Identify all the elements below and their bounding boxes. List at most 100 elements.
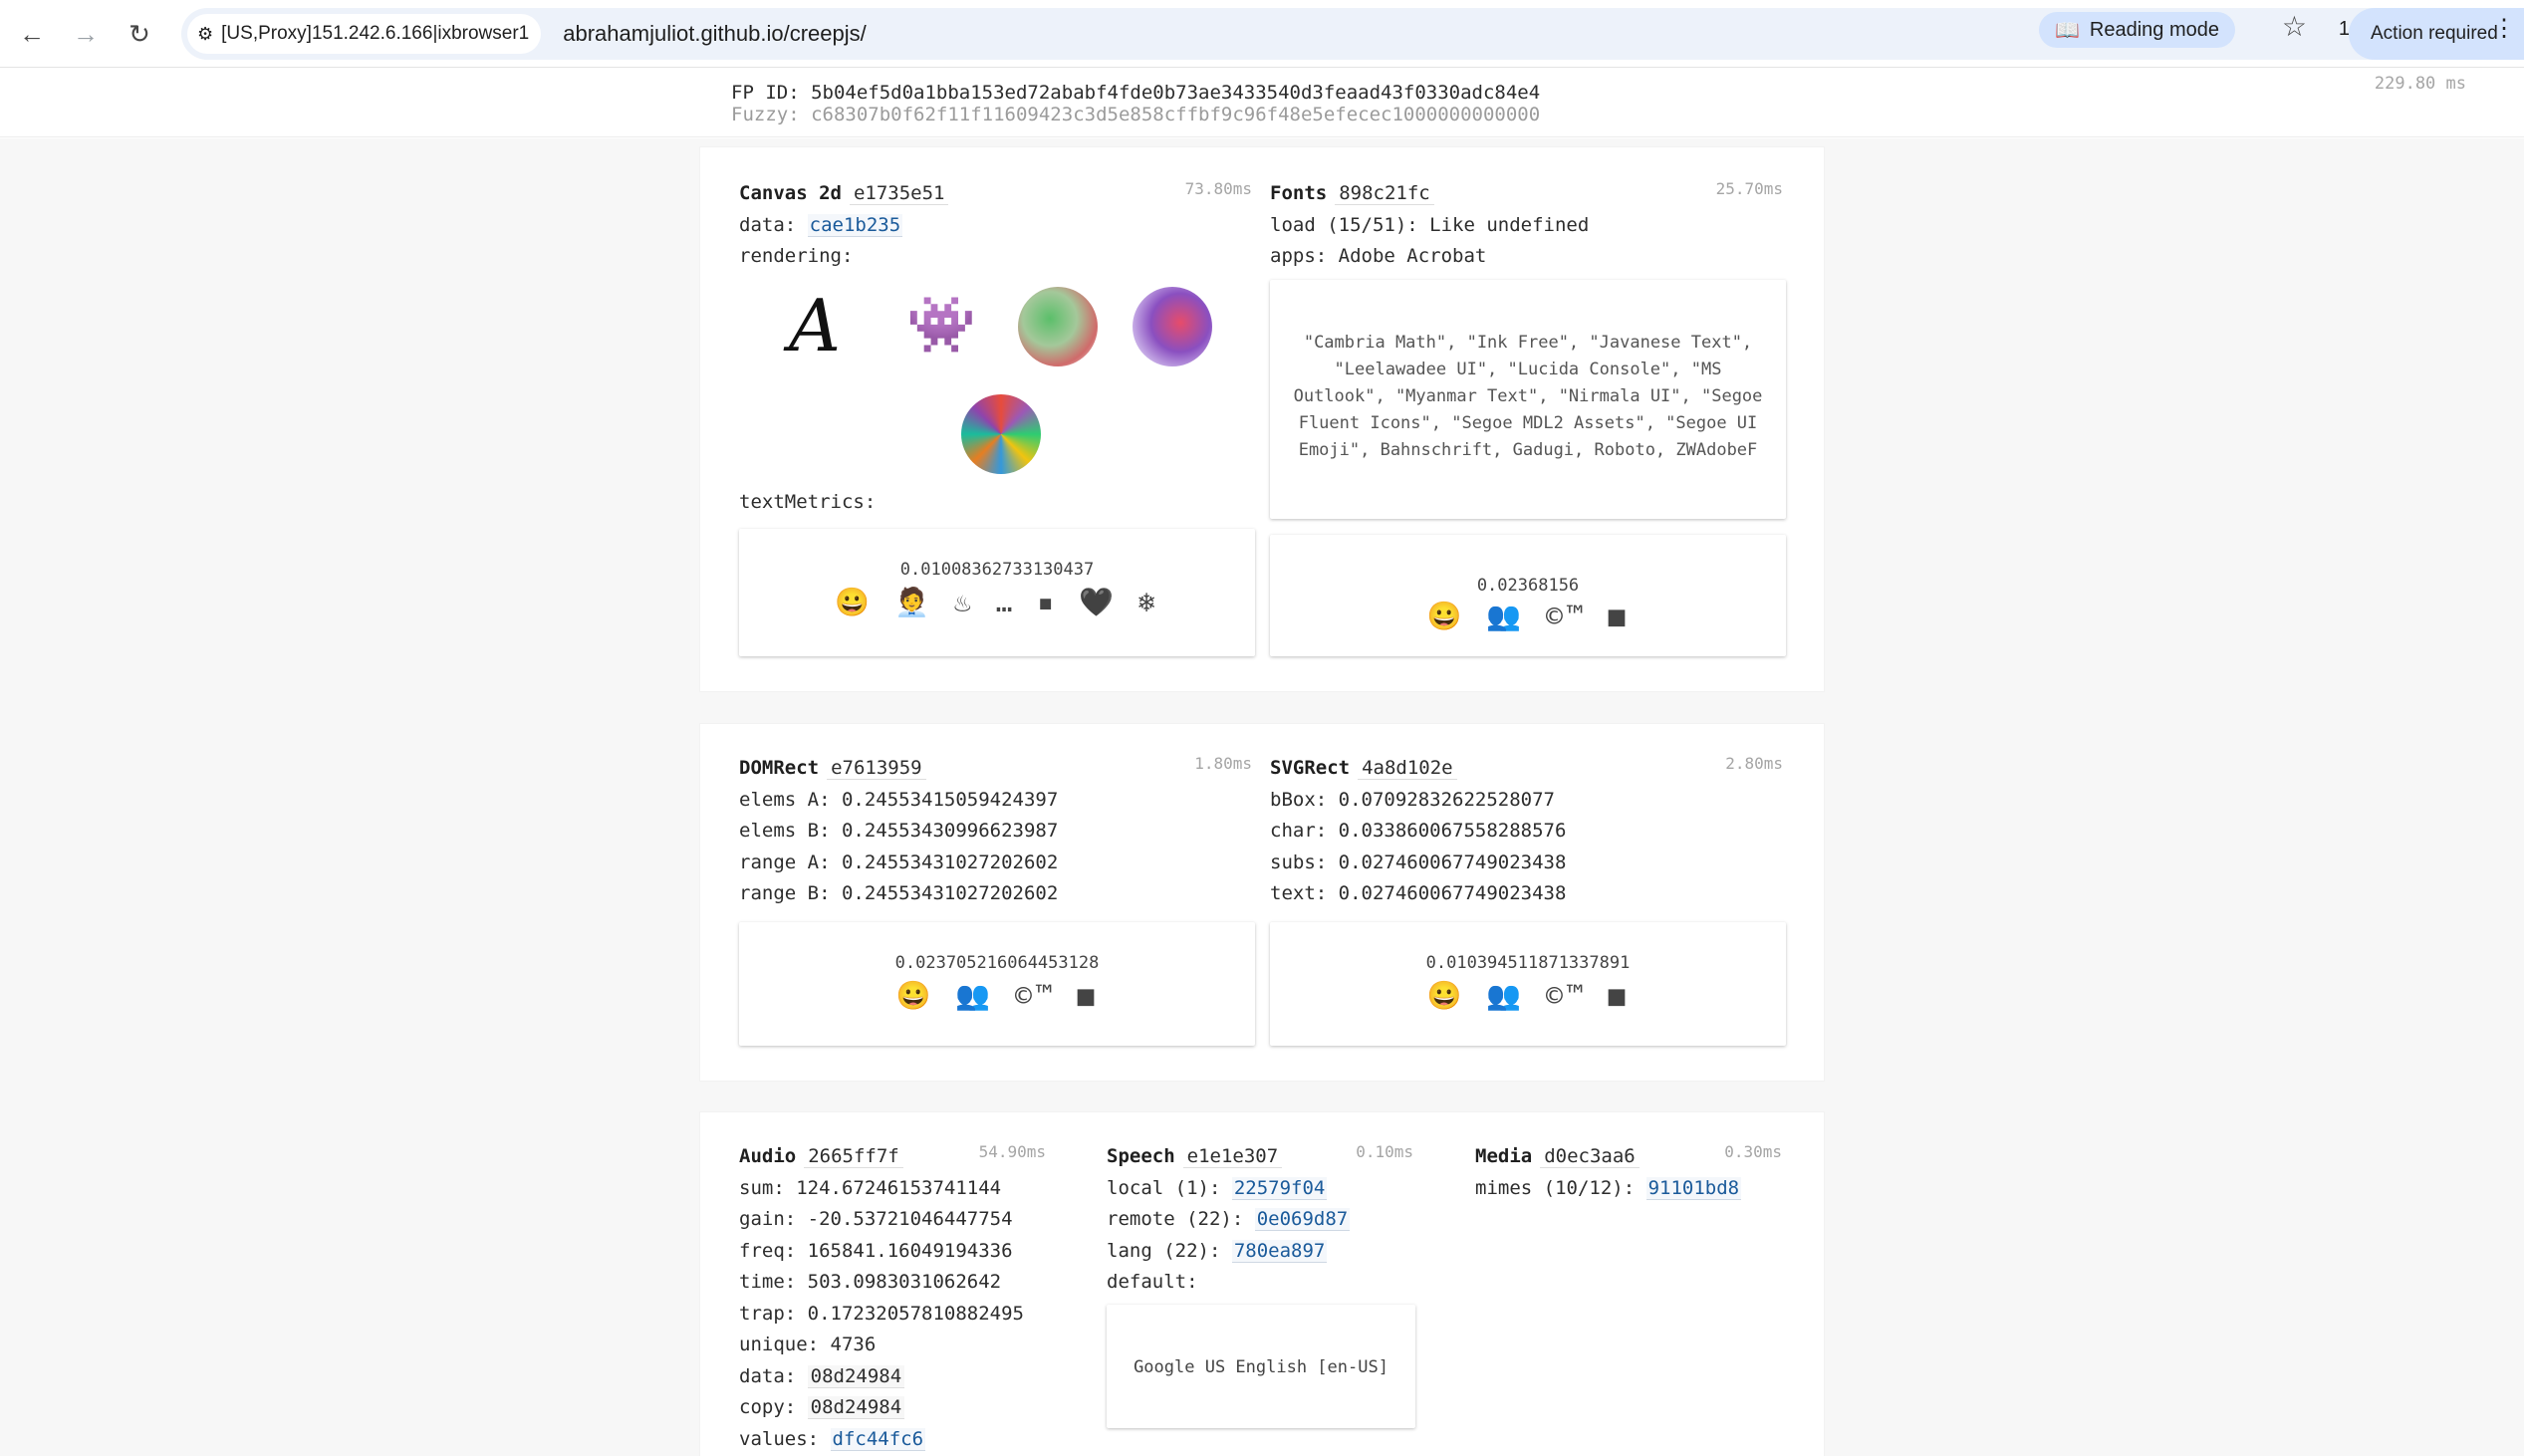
reading-mode-button[interactable]: 📖 Reading mode (2039, 12, 2235, 48)
svgrect-title: SVGRect (1270, 757, 1351, 779)
arrow-left-icon: ← (19, 18, 45, 49)
canvas-glyph-render: A (789, 284, 841, 367)
textmetrics-value: 0.01008362733130437 (899, 560, 1095, 580)
url-text[interactable]: abrahamjuliot.github.io/creepjs/ (563, 21, 867, 47)
back-button[interactable]: ← (12, 14, 52, 54)
audio-time: 54.90ms (978, 1142, 1046, 1161)
domrect-title: DOMRect (739, 757, 820, 779)
fonts-metric-value: 0.02368156 (1476, 576, 1580, 596)
panel-rects: DOMRect e7613959 1.80ms elems A: 0.245534… (700, 724, 1824, 1081)
speech-lang-link[interactable]: 780ea897 (1231, 1239, 1328, 1263)
fonts-header: Fonts 898c21fc (1270, 178, 1783, 210)
fonts-emoji-row: 😀 👥 ©™ ■ (1426, 600, 1630, 632)
space-invader-icon: 👾 (906, 293, 976, 358)
svgrect-metric-box: 0.010394511871337891 😀 👥 ©™ ■ (1270, 922, 1786, 1046)
media-mimes-row: mimes (10/12): 91101bd8 (1475, 1176, 1742, 1200)
fingerprint-header: FP ID: 5b04ef5d0a1bba153ed72ababf4fde0b7… (0, 68, 2524, 137)
audio-line: freq: 165841.16049194336 (739, 1239, 1013, 1262)
book-icon: 📖 (2055, 19, 2080, 42)
fp-time: 229.80 ms (2374, 74, 2466, 94)
domrect-line: range B: 0.24553431027202602 (739, 882, 1059, 904)
fonts-apps: apps: Adobe Acrobat (1270, 245, 1487, 267)
bookmark-star-icon[interactable]: ☆ (2282, 10, 2307, 43)
panel-audio-speech-media: Audio 2665ff7f 54.90ms sum: 124.672461537… (700, 1112, 1824, 1456)
svgrect-time: 2.80ms (1725, 754, 1783, 773)
svgrect-metric-value: 0.010394511871337891 (1425, 953, 1631, 973)
domrect-emoji-row: 😀 👥 ©™ ■ (895, 979, 1099, 1012)
fonts-list: "Cambria Math", "Ink Free", "Javanese Te… (1293, 333, 1763, 460)
fp-id: FP ID: 5b04ef5d0a1bba153ed72ababf4fde0b7… (731, 82, 1541, 104)
canvas-render-pixel-circle (961, 394, 1041, 474)
speech-hash: e1e1e307 (1182, 1145, 1283, 1168)
domrect-time: 1.80ms (1194, 754, 1252, 773)
media-title: Media (1475, 1145, 1533, 1167)
svgrect-header: SVGRect 4a8d102e (1270, 753, 1783, 785)
arrow-right-icon: → (73, 18, 99, 49)
svgrect-line: bBox: 0.07092832622528077 (1270, 788, 1555, 811)
audio-copy-hash: 08d24984 (807, 1396, 905, 1419)
canvas-data-link[interactable]: cae1b235 (807, 213, 903, 237)
svgrect-hash: 4a8d102e (1358, 757, 1457, 780)
media-card: Media d0ec3aa6 0.30ms mimes (10/12): 9110… (1475, 1141, 1782, 1456)
textmetrics-emoji-row: 😀 🧑‍💼 ♨ … ▪ 🖤 ❄ (835, 586, 1159, 618)
fonts-time: 25.70ms (1715, 179, 1783, 198)
action-required-label: Action required (2371, 23, 2498, 44)
speech-default-box: Google US English [en-US] (1107, 1305, 1415, 1428)
speech-lang-row: lang (22): 780ea897 (1107, 1239, 1328, 1263)
speech-remote-row: remote (22): 0e069d87 (1107, 1208, 1351, 1231)
reload-button[interactable]: ↻ (120, 14, 159, 54)
site-info-label: [US,Proxy]151.242.6.166|ixbrowser1 (221, 23, 530, 44)
canvas-rendering-label: rendering: (739, 245, 854, 267)
speech-default-label: default: (1107, 1271, 1198, 1293)
media-mimes-link[interactable]: 91101bd8 (1645, 1176, 1742, 1200)
audio-values-row: values: dfc44fc6 (739, 1427, 926, 1451)
audio-copy-row: copy: 08d24984 (739, 1392, 1046, 1424)
fonts-list-box: "Cambria Math", "Ink Free", "Javanese Te… (1270, 280, 1786, 519)
domrect-header: DOMRect e7613959 (739, 753, 1252, 785)
svgrect-line: text: 0.027460067749023438 (1270, 882, 1567, 904)
audio-line: gain: -20.53721046447754 (739, 1208, 1013, 1230)
reading-mode-label: Reading mode (2089, 18, 2219, 41)
domrect-line: elems B: 0.24553430996623987 (739, 820, 1059, 842)
media-hash: d0ec3aa6 (1540, 1145, 1640, 1168)
canvas-hash: e1735e51 (849, 182, 949, 205)
canvas-time: 73.80ms (1184, 179, 1252, 198)
speech-local-link[interactable]: 22579f04 (1231, 1176, 1328, 1200)
speech-local-row: local (1): 22579f04 (1107, 1176, 1328, 1200)
canvas-data-row: data: cae1b235 (739, 213, 903, 237)
svgrect-emoji-row: 😀 👥 ©™ ■ (1426, 979, 1630, 1012)
fonts-load: load (15/51): Like undefined (1270, 213, 1590, 236)
audio-data-hash: 08d24984 (807, 1364, 905, 1388)
audio-hash: 2665ff7f (804, 1145, 903, 1168)
domrect-metric-box: 0.023705216064453128 😀 👥 ©™ ■ (739, 922, 1255, 1046)
canvas-title: Canvas 2d (739, 182, 842, 204)
fonts-card: Fonts 898c21fc 25.70ms load (15/51): Like… (1270, 178, 1786, 676)
speech-card: Speech e1e1e307 0.10ms local (1): 22579f0… (1107, 1141, 1415, 1456)
domrect-metric-value: 0.023705216064453128 (894, 953, 1100, 973)
domrect-hash: e7613959 (827, 757, 926, 780)
audio-values-link[interactable]: dfc44fc6 (830, 1427, 926, 1451)
canvas-header: Canvas 2d e1735e51 (739, 178, 1252, 210)
speech-remote-link[interactable]: 0e069d87 (1254, 1208, 1351, 1231)
fp-fuzzy: Fuzzy: c68307b0f62f11f11609423c3d5e858cf… (731, 104, 1541, 125)
domrect-card: DOMRect e7613959 1.80ms elems A: 0.245534… (739, 753, 1255, 1072)
forward-button[interactable]: → (66, 14, 106, 54)
site-info-chip[interactable]: ⚙ [US,Proxy]151.242.6.166|ixbrowser1 (187, 14, 542, 54)
reload-icon: ↻ (128, 18, 150, 49)
audio-line: sum: 124.67246153741144 (739, 1176, 1002, 1199)
fonts-metric-box: 0.02368156 😀 👥 ©™ ■ (1270, 535, 1786, 656)
speech-time: 0.10ms (1356, 1142, 1413, 1161)
canvas-render-circle-a (1018, 287, 1098, 366)
menu-kebab-icon[interactable]: ⋮ (2492, 14, 2516, 43)
svgrect-line: char: 0.033860067558288576 (1270, 820, 1567, 842)
speech-default-voice: Google US English [en-US] (1134, 1357, 1388, 1377)
panel-canvas-fonts: Canvas 2d e1735e51 73.80ms data: cae1b235… (700, 147, 1824, 691)
canvas-render-circle-b (1133, 287, 1212, 366)
textmetrics-box: 0.01008362733130437 😀 🧑‍💼 ♨ … ▪ 🖤 ❄ (739, 529, 1255, 656)
fonts-hash: 898c21fc (1335, 182, 1434, 205)
domrect-line: range A: 0.24553431027202602 (739, 850, 1059, 873)
svgrect-card: SVGRect 4a8d102e 2.80ms bBox: 0.070928326… (1270, 753, 1786, 1072)
audio-line: trap: 0.17232057810882495 (739, 1302, 1024, 1325)
textmetrics-label: textMetrics: (739, 491, 877, 513)
audio-title: Audio (739, 1145, 797, 1167)
